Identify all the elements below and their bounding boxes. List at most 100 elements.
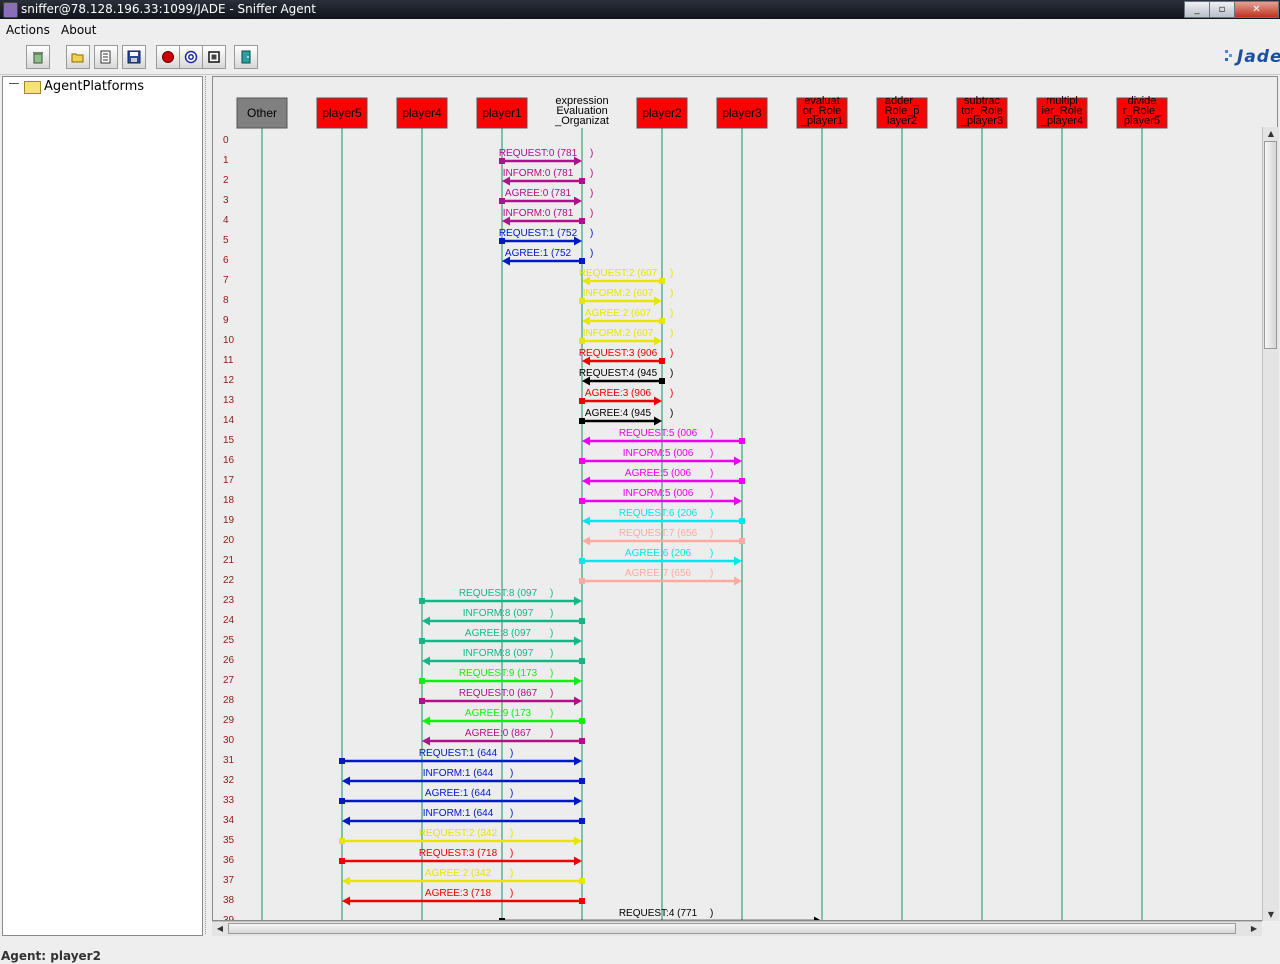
horizontal-scroll-thumb[interactable] (228, 923, 1236, 934)
message-arrowhead (342, 896, 350, 906)
message-arrowhead (342, 876, 350, 886)
message-arrow[interactable]: INFORM:0 (781) (502, 208, 593, 226)
message-label: AGREE:9 (173 (465, 708, 532, 719)
message-arrow[interactable]: AGREE:4 (945) (579, 408, 673, 426)
row-number: 22 (223, 575, 235, 586)
message-arrow[interactable]: REQUEST:9 (173) (419, 668, 582, 686)
message-arrow[interactable]: INFORM:5 (006) (579, 448, 742, 466)
close-button[interactable]: ✕ (1234, 1, 1279, 18)
message-arrow[interactable]: REQUEST:2 (607) (579, 268, 674, 286)
message-arrow[interactable]: AGREE:2 (607) (582, 308, 673, 326)
agent-box[interactable]: multiplier_Role_player4 (1036, 95, 1088, 129)
message-arrow[interactable]: AGREE:9 (173) (422, 708, 585, 726)
message-arrow[interactable]: REQUEST:7 (656) (582, 528, 745, 546)
agent-box[interactable]: evaluator_Role_player1 (796, 95, 848, 129)
tree-expand-handle-icon[interactable] (9, 83, 19, 90)
show-only-button[interactable] (179, 45, 203, 69)
message-arrow[interactable]: AGREE:0 (781) (499, 188, 593, 206)
tree-node-agentplatforms[interactable]: AgentPlatforms (44, 79, 144, 94)
message-arrow[interactable]: REQUEST:4 (771) (499, 908, 822, 921)
message-arrow[interactable]: REQUEST:4 (945) (579, 368, 674, 386)
message-arrow[interactable]: AGREE:2 (342) (342, 868, 585, 886)
sequence-diagram: Other player5 player4 player1 expressionEval… (223, 95, 1168, 921)
message-arrow[interactable]: INFORM:2 (607) (579, 328, 673, 346)
row-number: 20 (223, 535, 235, 546)
agent-box[interactable]: player5 (316, 97, 368, 129)
message-label: INFORM:0 (781 (503, 168, 574, 179)
agent-box[interactable]: subtractor_Role_player3 (956, 95, 1008, 129)
message-label-tail: ) (710, 528, 713, 539)
message-arrow[interactable]: REQUEST:0 (781) (499, 148, 594, 166)
message-arrowhead (654, 396, 662, 406)
message-label-tail: ) (710, 428, 713, 439)
agent-box[interactable]: Other (236, 97, 288, 129)
message-arrow[interactable]: INFORM:8 (097) (422, 608, 585, 626)
row-number: 36 (223, 855, 235, 866)
message-arrow[interactable]: INFORM:5 (006) (579, 488, 742, 506)
open-snapshot-button[interactable] (66, 45, 90, 69)
message-arrow[interactable]: REQUEST:1 (644) (339, 748, 582, 766)
message-arrow[interactable]: AGREE:1 (644) (339, 788, 582, 806)
message-arrow[interactable]: AGREE:5 (006) (582, 468, 745, 486)
message-arrow[interactable]: INFORM:2 (607) (579, 288, 673, 306)
message-arrow[interactable]: REQUEST:1 (752) (499, 228, 594, 246)
message-arrow[interactable]: REQUEST:5 (006) (582, 428, 745, 446)
message-arrowhead (342, 776, 350, 786)
agent-box[interactable]: expressionEvaluation_Organizat (554, 95, 609, 127)
message-arrow[interactable]: REQUEST:3 (906) (579, 348, 674, 366)
message-label-tail: ) (710, 468, 713, 479)
message-arrow[interactable]: AGREE:3 (718) (342, 888, 585, 906)
menu-about[interactable]: About (61, 23, 96, 37)
message-arrow[interactable]: REQUEST:6 (206) (582, 508, 745, 526)
maximize-button[interactable]: ▫ (1209, 1, 1235, 18)
agent-box[interactable]: player1 (476, 97, 528, 129)
message-arrow[interactable]: AGREE:0 (867) (422, 728, 585, 746)
scroll-up-arrow-icon[interactable]: ▲ (1264, 127, 1278, 140)
display-log-button[interactable] (94, 45, 118, 69)
minimize-button[interactable]: _ (1184, 1, 1210, 18)
message-tail-marker (579, 738, 585, 744)
horizontal-scrollbar[interactable]: ◀ ▶ (212, 921, 1262, 936)
vertical-scrollbar[interactable]: ▲ ▼ (1262, 127, 1279, 921)
message-arrow[interactable]: AGREE:7 (656) (579, 568, 742, 586)
message-arrow[interactable]: AGREE:1 (752) (502, 248, 593, 266)
row-number: 19 (223, 515, 235, 526)
message-arrow[interactable]: INFORM:0 (781) (502, 168, 593, 186)
scroll-right-arrow-icon[interactable]: ▶ (1247, 922, 1261, 935)
message-arrowhead (654, 416, 662, 426)
message-arrow[interactable]: AGREE:3 (906) (579, 388, 673, 406)
row-number: 25 (223, 635, 235, 646)
menu-actions[interactable]: Actions (6, 23, 50, 37)
message-arrow[interactable]: INFORM:8 (097) (422, 648, 585, 666)
message-label: INFORM:1 (644 (423, 808, 494, 819)
message-arrow[interactable]: REQUEST:8 (097) (419, 588, 582, 606)
message-arrowhead (734, 456, 742, 466)
vertical-scroll-thumb[interactable] (1264, 141, 1277, 349)
scroll-down-arrow-icon[interactable]: ▼ (1264, 908, 1278, 921)
message-arrow[interactable]: REQUEST:0 (867) (419, 688, 582, 706)
agent-name-label: _player4 (1040, 115, 1083, 127)
agent-box[interactable]: player3 (716, 97, 768, 129)
message-arrowhead (734, 556, 742, 566)
agent-box[interactable]: adder_Role_player2 (876, 95, 928, 129)
exit-button[interactable] (234, 45, 258, 69)
row-number: 9 (223, 315, 229, 326)
row-number: 27 (223, 675, 235, 686)
message-arrow[interactable]: REQUEST:3 (718) (339, 848, 582, 866)
clear-canvas-button[interactable] (26, 45, 50, 69)
do-sniff-button[interactable] (156, 45, 180, 69)
do-not-sniff-button[interactable] (202, 45, 226, 69)
message-arrow[interactable]: AGREE:8 (097) (419, 628, 582, 646)
scroll-left-arrow-icon[interactable]: ◀ (213, 922, 227, 935)
save-snapshot-button[interactable] (122, 45, 146, 69)
split-pane-divider[interactable] (205, 76, 210, 934)
message-arrow[interactable]: INFORM:1 (644) (342, 808, 585, 826)
message-label-tail: ) (710, 448, 713, 459)
message-arrow[interactable]: AGREE:6 (206) (579, 548, 742, 566)
agent-box[interactable]: player4 (396, 97, 448, 129)
open-folder-icon (71, 53, 84, 63)
agent-box[interactable]: player2 (636, 97, 688, 129)
message-arrow[interactable]: REQUEST:2 (342) (339, 828, 582, 846)
agent-box[interactable]: divider_Role_player5 (1116, 95, 1168, 129)
message-arrow[interactable]: INFORM:1 (644) (342, 768, 585, 786)
